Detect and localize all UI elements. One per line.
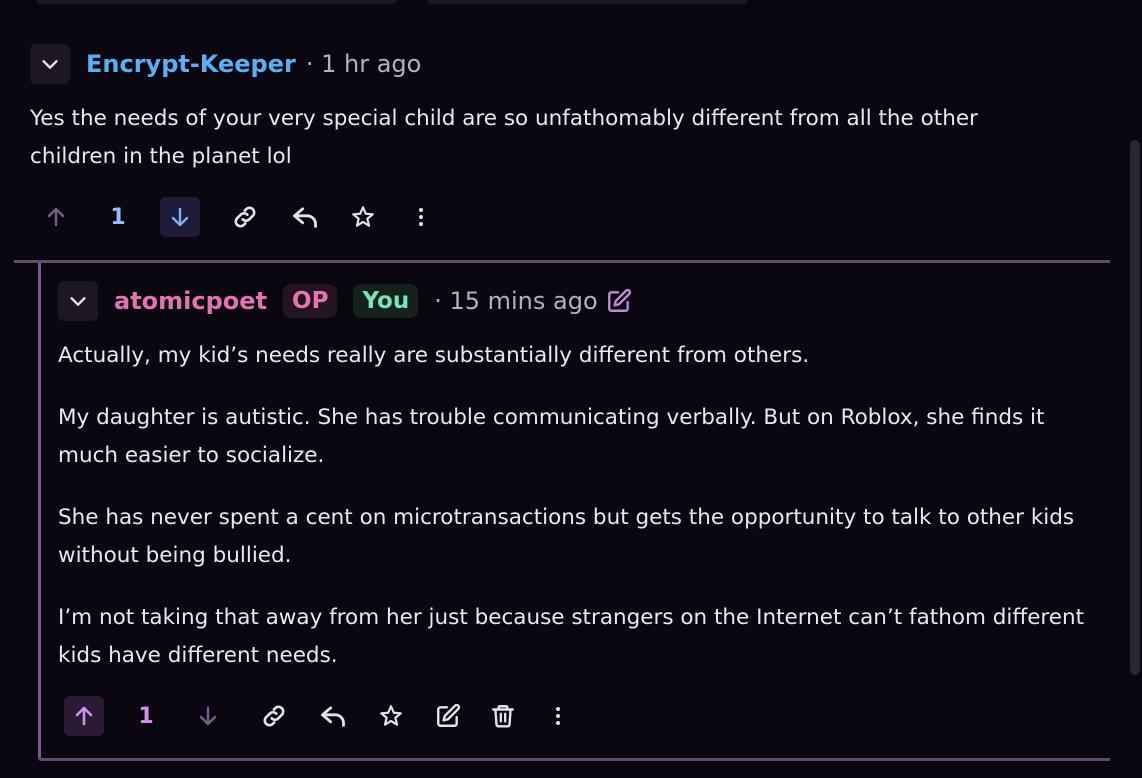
delete-button[interactable] — [483, 696, 523, 736]
comment-author-link[interactable]: atomicpoet — [114, 287, 267, 315]
downvote-button[interactable] — [160, 197, 200, 237]
arrow-up-icon — [47, 207, 65, 227]
star-icon — [380, 705, 402, 726]
comment-thread-view: Encrypt-Keeper · 1 hr ago Yes the needs … — [0, 0, 1142, 778]
reply-button[interactable] — [285, 197, 325, 237]
edited-icon — [607, 288, 631, 312]
edit-button[interactable] — [428, 696, 468, 736]
permalink-button[interactable] — [254, 696, 294, 736]
downvote-button[interactable] — [188, 696, 228, 736]
reply-icon — [293, 207, 317, 228]
previous-action-button[interactable] — [427, 0, 748, 4]
reply-icon — [321, 706, 345, 727]
more-vertical-icon — [556, 707, 560, 725]
you-badge: You — [353, 284, 419, 318]
more-options-button[interactable] — [401, 197, 441, 237]
save-button[interactable] — [343, 197, 383, 237]
upvote-button[interactable] — [64, 696, 104, 736]
arrow-up-icon — [75, 706, 93, 726]
comment-author-link[interactable]: Encrypt-Keeper — [86, 50, 296, 78]
vote-score: 1 — [138, 703, 154, 729]
scrollbar[interactable] — [1128, 0, 1142, 778]
link-icon — [263, 705, 285, 727]
edit-icon — [437, 703, 461, 727]
chevron-down-icon — [70, 297, 86, 306]
more-vertical-icon — [419, 208, 423, 226]
link-icon — [234, 206, 256, 228]
more-options-button[interactable] — [538, 696, 578, 736]
comment-header: atomicpoet OP You · 15 mins ago — [114, 281, 632, 321]
star-icon — [352, 206, 374, 227]
comment-paragraph: Actually, my kid’s needs really are subs… — [58, 343, 810, 368]
comment-actions: 1 — [36, 197, 441, 237]
thread-divider — [38, 758, 1110, 761]
permalink-button[interactable] — [225, 197, 265, 237]
scrollbar-thumb[interactable] — [1130, 140, 1140, 675]
comment-paragraph: My daughter is autistic. She has trouble… — [58, 405, 1045, 468]
upvote-button[interactable] — [36, 197, 76, 237]
collapse-comment-button[interactable] — [30, 44, 70, 84]
comment-paragraph: She has never spent a cent on microtrans… — [58, 505, 1075, 568]
comment-timestamp: · 15 mins ago — [434, 287, 598, 315]
arrow-down-icon — [199, 706, 217, 726]
comment-paragraph: I’m not taking that away from her just b… — [58, 605, 1085, 668]
save-button[interactable] — [371, 696, 411, 736]
comment-paragraph: Yes the needs of your very special child… — [30, 106, 978, 169]
previous-action-button[interactable] — [36, 0, 398, 4]
comment-timestamp: · 1 hr ago — [305, 50, 422, 78]
comment-actions: 1 — [64, 696, 578, 736]
thread-indent-line[interactable] — [38, 263, 41, 759]
op-badge: OP — [283, 284, 338, 318]
comment-body: Actually, my kid’s needs really are subs… — [58, 337, 1102, 699]
chevron-down-icon — [42, 60, 58, 69]
collapse-comment-button[interactable] — [58, 281, 98, 321]
arrow-down-icon — [171, 207, 189, 227]
comment-header: Encrypt-Keeper · 1 hr ago — [86, 46, 421, 82]
thread-divider — [14, 260, 1110, 263]
reply-button[interactable] — [313, 696, 353, 736]
vote-score: 1 — [110, 204, 126, 230]
trash-icon — [492, 705, 514, 728]
comment-body: Yes the needs of your very special child… — [30, 100, 1070, 200]
